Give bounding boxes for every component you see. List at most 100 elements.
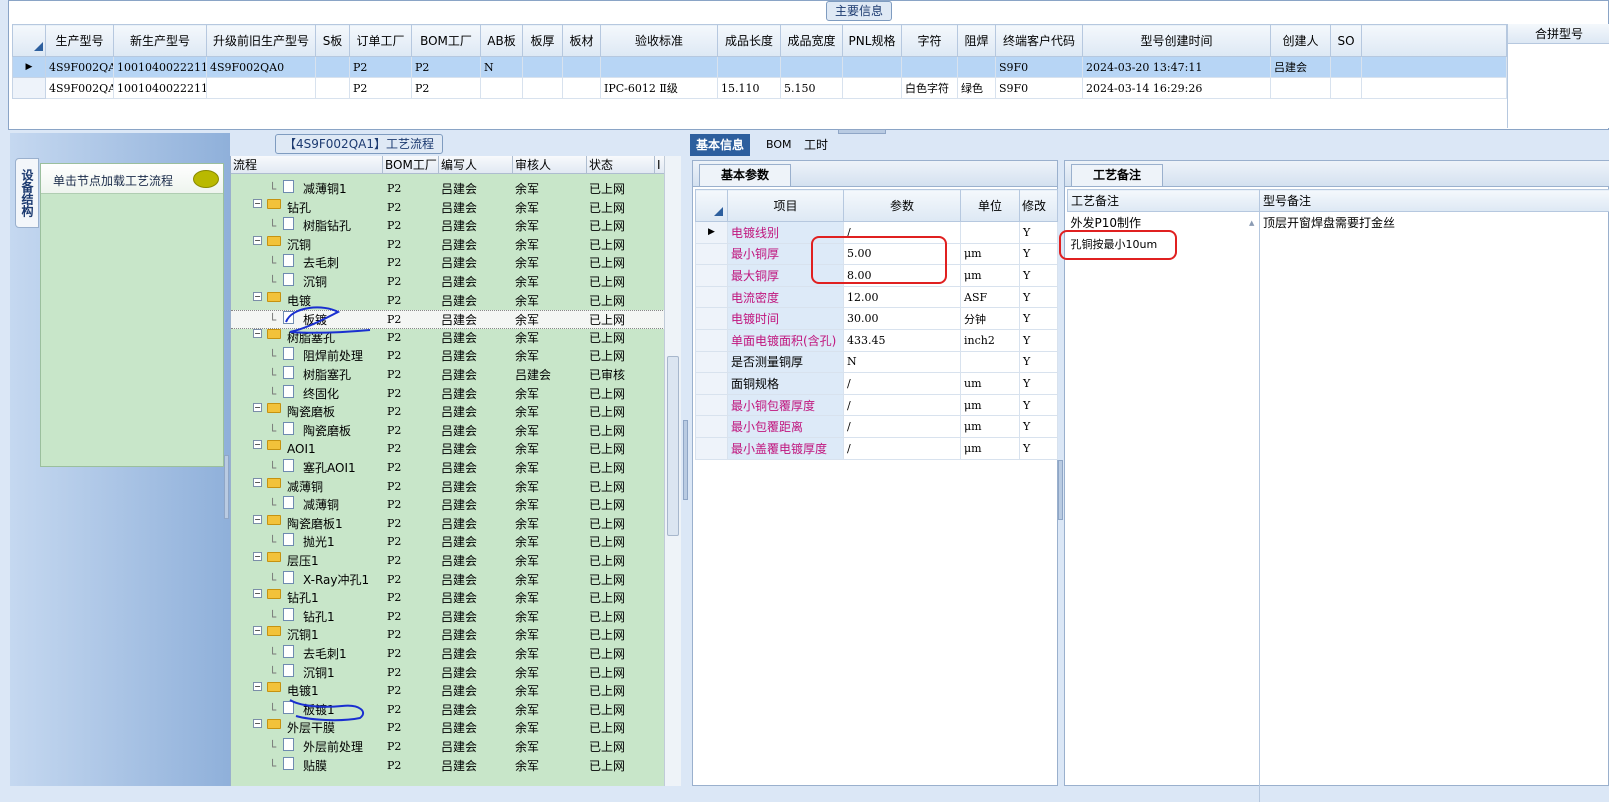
middle-splitter-handle[interactable] xyxy=(683,420,688,500)
param-modify-flag[interactable]: Y xyxy=(1020,286,1058,308)
main-cell[interactable]: 10010400222115 xyxy=(114,78,207,99)
tree-col-bom[interactable]: BOM工厂 xyxy=(383,156,439,174)
tree-scrollbar[interactable] xyxy=(664,156,681,786)
left-splitter-handle[interactable] xyxy=(224,455,229,519)
tree-node[interactable]: └抛光1P2吕建会余军已上网 xyxy=(231,533,665,552)
tree-node[interactable]: −减薄铜P2吕建会余军已上网 xyxy=(231,478,665,497)
param-col-modify[interactable]: 修改 xyxy=(1020,190,1058,222)
main-col-3[interactable]: S板 xyxy=(316,25,350,57)
tree-node[interactable]: └减薄铜P2吕建会余军已上网 xyxy=(231,496,665,515)
main-cell[interactable] xyxy=(958,57,996,78)
main-row[interactable]: ▶4S9F002QA1100104002221154S9F002QA0P2P2N… xyxy=(13,57,1507,78)
tree-col-status[interactable]: 状态 xyxy=(587,156,655,174)
row-indicator[interactable] xyxy=(696,243,728,265)
param-row[interactable]: 电镀时间30.00分钟Y xyxy=(696,308,1058,330)
param-row[interactable]: 最小盖覆电镀厚度/μmY xyxy=(696,437,1058,459)
tree-node[interactable]: └塞孔AOI1P2吕建会余军已上网 xyxy=(231,459,665,478)
tree-node[interactable]: └钻孔1P2吕建会余军已上网 xyxy=(231,608,665,627)
param-row[interactable]: 最小铜包覆厚度/μmY xyxy=(696,394,1058,416)
main-col-12[interactable]: PNL规格 xyxy=(843,25,902,57)
param-row[interactable]: 是否测量铜厚NY xyxy=(696,351,1058,373)
main-col-0[interactable]: 生产型号 xyxy=(46,25,114,57)
main-cell[interactable] xyxy=(563,57,601,78)
main-cell[interactable] xyxy=(481,78,523,99)
param-row[interactable]: 单面电镀面积(含孔)433.45inch2Y xyxy=(696,329,1058,351)
main-col-4[interactable]: 订单工厂 xyxy=(350,25,412,57)
main-cell[interactable] xyxy=(902,57,958,78)
tree-node[interactable]: └树脂塞孔P2吕建会吕建会已审核 xyxy=(231,366,665,385)
main-cell[interactable] xyxy=(316,57,350,78)
tree-node[interactable]: −AOI1P2吕建会余军已上网 xyxy=(231,440,665,459)
main-col-9[interactable]: 验收标准 xyxy=(601,25,718,57)
row-indicator[interactable]: ▶ xyxy=(696,222,728,244)
main-cell[interactable]: 10010400222115 xyxy=(114,57,207,78)
row-indicator[interactable] xyxy=(696,265,728,287)
tree-node[interactable]: −沉铜1P2吕建会余军已上网 xyxy=(231,626,665,645)
process-notes-cell[interactable]: 外发P10制作 孔铜按最小10um xyxy=(1068,212,1260,802)
param-row[interactable]: 电流密度12.00ASFY xyxy=(696,286,1058,308)
row-indicator[interactable] xyxy=(696,308,728,330)
main-cell[interactable]: 4S9F002QA0 xyxy=(207,57,316,78)
param-value-field[interactable]: / xyxy=(844,394,961,416)
param-modify-flag[interactable]: Y xyxy=(1020,373,1058,395)
main-cell[interactable] xyxy=(843,57,902,78)
main-col-15[interactable]: 终端客户代码 xyxy=(996,25,1083,57)
tab-work-hours[interactable]: 工时 xyxy=(798,134,834,156)
main-col-17[interactable]: 创建人 xyxy=(1271,25,1331,57)
row-indicator[interactable] xyxy=(696,373,728,395)
param-modify-flag[interactable]: Y xyxy=(1020,243,1058,265)
main-cell[interactable] xyxy=(316,78,350,99)
param-modify-flag[interactable]: Y xyxy=(1020,308,1058,330)
tree-node[interactable]: └去毛刺P2吕建会余军已上网 xyxy=(231,254,665,273)
tree-node[interactable]: └减薄铜1P2吕建会余军已上网 xyxy=(231,180,665,199)
row-indicator[interactable] xyxy=(696,416,728,438)
main-cell[interactable]: P2 xyxy=(412,57,481,78)
scroll-up-arrow-icon[interactable]: ▲ xyxy=(1249,219,1257,227)
param-col-item[interactable]: 项目 xyxy=(728,190,844,222)
param-value-field[interactable]: / xyxy=(844,416,961,438)
param-modify-flag[interactable]: Y xyxy=(1020,416,1058,438)
row-indicator[interactable] xyxy=(696,329,728,351)
main-col-10[interactable]: 成品长度 xyxy=(718,25,781,57)
main-col-14[interactable]: 阻焊 xyxy=(958,25,996,57)
vertical-tab-device-structure[interactable]: 设备结构 xyxy=(15,158,39,228)
row-indicator[interactable] xyxy=(696,437,728,459)
main-cell[interactable] xyxy=(563,78,601,99)
main-col-2[interactable]: 升级前旧生产型号 xyxy=(207,25,316,57)
main-cell[interactable] xyxy=(1271,78,1331,99)
process-notes-title[interactable]: 工艺备注 xyxy=(1071,164,1163,186)
param-value-field[interactable]: N xyxy=(844,351,961,373)
main-cell[interactable] xyxy=(1331,57,1362,78)
main-col-18[interactable]: SO xyxy=(1331,25,1362,57)
tree-node[interactable]: └沉铜P2吕建会余军已上网 xyxy=(231,273,665,292)
tree-col-writer[interactable]: 编写人 xyxy=(439,156,513,174)
tree-node[interactable]: −钻孔1P2吕建会余军已上网 xyxy=(231,589,665,608)
main-cell[interactable]: N xyxy=(481,57,523,78)
param-value-field[interactable]: 30.00 xyxy=(844,308,961,330)
main-col-13[interactable]: 字符 xyxy=(902,25,958,57)
param-value-field[interactable]: 12.00 xyxy=(844,286,961,308)
tree-node[interactable]: └去毛刺1P2吕建会余军已上网 xyxy=(231,645,665,664)
row-indicator[interactable] xyxy=(696,394,728,416)
notes-col-process[interactable]: 工艺备注 xyxy=(1068,190,1260,212)
main-cell[interactable]: S9F0 xyxy=(996,57,1083,78)
param-modify-flag[interactable]: Y xyxy=(1020,329,1058,351)
tree-scroll-thumb[interactable] xyxy=(667,356,679,536)
tree-node[interactable]: └阻焊前处理P2吕建会余军已上网 xyxy=(231,347,665,366)
tree-node[interactable]: └树脂钻孔P2吕建会余军已上网 xyxy=(231,217,665,236)
main-cell[interactable]: 5.150 xyxy=(781,78,843,99)
tree-node[interactable]: └贴膜P2吕建会余军已上网 xyxy=(231,757,665,776)
param-row[interactable]: 最小包覆距离/μmY xyxy=(696,416,1058,438)
main-cell[interactable] xyxy=(207,78,316,99)
param-value-field[interactable]: 433.45 xyxy=(844,329,961,351)
param-modify-flag[interactable]: Y xyxy=(1020,351,1058,373)
tree-node[interactable]: −钻孔P2吕建会余军已上网 xyxy=(231,199,665,218)
row-indicator[interactable]: ▶ xyxy=(13,57,46,78)
row-indicator[interactable] xyxy=(696,286,728,308)
main-col-5[interactable]: BOM工厂 xyxy=(412,25,481,57)
param-modify-flag[interactable]: Y xyxy=(1020,394,1058,416)
main-cell[interactable] xyxy=(718,57,781,78)
main-col-6[interactable]: AB板 xyxy=(481,25,523,57)
tree-node[interactable]: −陶瓷磨板P2吕建会余军已上网 xyxy=(231,403,665,422)
main-col-1[interactable]: 新生产型号 xyxy=(114,25,207,57)
